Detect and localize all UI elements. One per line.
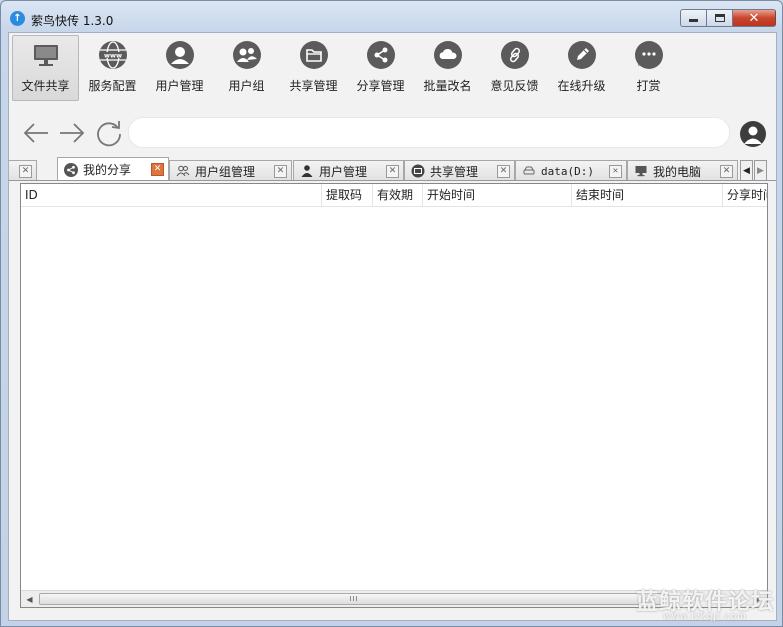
monitor-icon (32, 41, 60, 69)
folder-icon (411, 164, 425, 178)
window-controls: ✕ (680, 9, 776, 27)
tab-label: 我的分享 (83, 163, 132, 177)
tab-close-icon[interactable]: ✕ (497, 165, 510, 178)
column-header-start-time[interactable]: 开始时间 (423, 184, 572, 206)
refresh-icon[interactable] (94, 118, 124, 148)
close-icon: ✕ (748, 10, 760, 26)
tab-close-icon[interactable]: ✕ (19, 165, 32, 178)
share-icon (366, 41, 395, 69)
app-logo-icon: ↑ (10, 11, 25, 26)
shares-table: ID 提取码 有效期 开始时间 结束时间 分享时间 ◀ III ▶ (20, 183, 768, 608)
user-icon (300, 164, 314, 178)
maximize-icon (714, 14, 725, 22)
navigation-bar (9, 113, 776, 155)
tab-scroll-right-button[interactable]: ▶ (754, 160, 767, 180)
tab-user-management[interactable]: 用户管理 ✕ (293, 160, 404, 180)
minimize-button[interactable] (680, 9, 706, 27)
table-header: ID 提取码 有效期 开始时间 结束时间 分享时间 (21, 184, 767, 207)
toolbar-share-manage-button[interactable]: 分享管理 (347, 35, 414, 101)
triangle-right-icon: ▶ (757, 165, 764, 176)
drive-icon (522, 164, 536, 178)
column-header-end-time[interactable]: 结束时间 (572, 184, 723, 206)
toolbar-label: 在线升级 (557, 79, 606, 93)
toolbar-label: 批量改名 (423, 79, 472, 93)
toolbar-file-share-button[interactable]: 文件共享 (12, 35, 79, 101)
share-icon (64, 162, 78, 177)
tab-share-management[interactable]: 共享管理 ✕ (404, 160, 515, 180)
toolbar-label: 文件共享 (21, 79, 70, 93)
column-header-id[interactable]: ID (21, 184, 322, 206)
tab-label: 共享管理 (430, 164, 479, 179)
toolbar-label: 共享管理 (289, 79, 338, 93)
globe-www-icon: www (98, 41, 127, 69)
toolbar-share-management-button[interactable]: 共享管理 (280, 35, 347, 101)
column-header-code[interactable]: 提取码 (322, 184, 373, 206)
column-header-share-time[interactable]: 分享时间 (723, 184, 767, 206)
tab-label: 用户管理 (319, 164, 368, 179)
tab-label: 用户组管理 (195, 164, 256, 179)
toolbar-label: 打赏 (636, 79, 661, 93)
scroll-left-icon[interactable]: ◀ (21, 591, 38, 607)
tab-close-icon[interactable]: ✕ (386, 165, 399, 178)
window-title: 萦鸟快传 1.3.0 (31, 14, 114, 28)
column-header-validity[interactable]: 有效期 (373, 184, 423, 206)
app-window: ↑ 萦鸟快传 1.3.0 ✕ 文件共享 www 服务配置 用户管理 用户组 共享… (0, 0, 783, 627)
user-group-icon (232, 41, 261, 69)
toolbar-label: 意见反馈 (490, 79, 539, 93)
tab-close-icon[interactable]: ✕ (274, 165, 287, 178)
pencil-icon (567, 41, 596, 69)
watermark: 蓝鲸软件论坛 www.lzkqjr.com (636, 584, 774, 622)
tab-close-icon[interactable]: ✕ (609, 165, 622, 178)
toolbar-donate-button[interactable]: 打赏 (615, 35, 682, 101)
link-icon (500, 41, 529, 69)
tab-close-icon[interactable]: ✕ (151, 163, 164, 176)
toolbar-user-management-button[interactable]: 用户管理 (146, 35, 213, 101)
toolbar-label: 分享管理 (356, 79, 405, 93)
triangle-left-icon: ◀ (743, 165, 750, 176)
maximize-button[interactable] (706, 9, 732, 27)
title-bar: ↑ 萦鸟快传 1.3.0 ✕ (1, 1, 782, 33)
address-input[interactable] (129, 118, 729, 147)
chat-icon (634, 41, 663, 69)
tab-my-shares[interactable]: 我的分享 ✕ (57, 157, 169, 180)
toolbar-label: 用户管理 (155, 79, 204, 93)
tab-close-icon[interactable]: ✕ (720, 165, 733, 178)
tab-scroll-left-button[interactable]: ◀ (740, 160, 753, 180)
folder-icon (299, 41, 328, 69)
address-bar[interactable] (128, 117, 730, 148)
tab-my-computer[interactable]: 我的电脑 ✕ (627, 160, 738, 180)
toolbar-batch-rename-button[interactable]: 批量改名 (414, 35, 481, 101)
tab-drive-data[interactable]: data(D:) ✕ (515, 160, 627, 180)
tab-label: 我的电脑 (653, 164, 702, 179)
computer-icon (634, 164, 648, 178)
toolbar-label: 用户组 (228, 79, 265, 93)
account-avatar-icon[interactable] (740, 121, 766, 147)
scrollbar-thumb[interactable]: III (39, 593, 669, 605)
back-arrow-icon[interactable] (21, 118, 51, 148)
user-group-icon (176, 164, 190, 178)
tab-user-group-management[interactable]: 用户组管理 ✕ (169, 160, 292, 180)
user-icon (165, 41, 194, 69)
toolbar-service-config-button[interactable]: www 服务配置 (79, 35, 146, 101)
tab-label: data(D:) (541, 164, 594, 178)
toolbar-label: 服务配置 (88, 79, 137, 93)
toolbar-user-group-button[interactable]: 用户组 (213, 35, 280, 101)
close-button[interactable]: ✕ (732, 9, 776, 27)
toolbar-feedback-button[interactable]: 意见反馈 (481, 35, 548, 101)
tab-strip: ✕ 我的分享 ✕ 用户组管理 ✕ 用户管理 ✕ 共享管理 ✕ data(D:) … (9, 157, 776, 181)
toolbar-online-upgrade-button[interactable]: 在线升级 (548, 35, 615, 101)
forward-arrow-icon[interactable] (57, 118, 87, 148)
cloud-icon (433, 41, 462, 69)
scrollbar-grip: III (349, 595, 359, 603)
tab-partial[interactable]: ✕ (9, 160, 37, 180)
minimize-icon (689, 19, 698, 22)
svg-text:www: www (103, 52, 121, 60)
main-toolbar: 文件共享 www 服务配置 用户管理 用户组 共享管理 分享管理 批量改名 意见… (9, 33, 776, 105)
client-area: 文件共享 www 服务配置 用户管理 用户组 共享管理 分享管理 批量改名 意见… (8, 32, 777, 621)
